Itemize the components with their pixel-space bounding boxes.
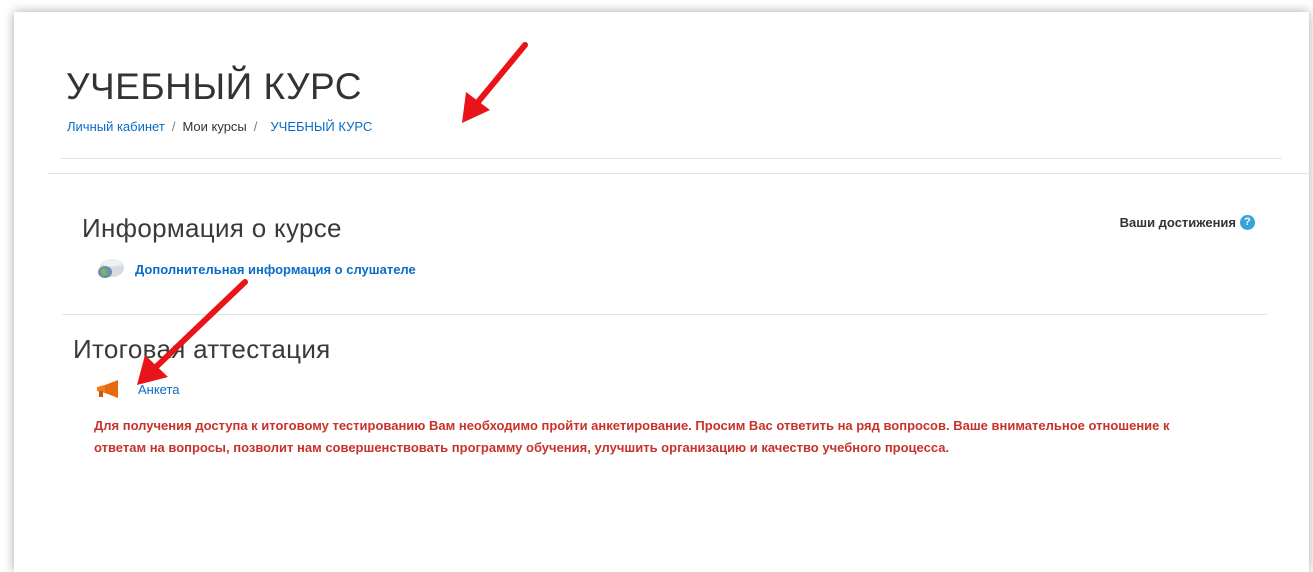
activity-extra-info[interactable]: Дополнительная информация о слушателе xyxy=(95,258,416,280)
breadcrumb-separator: / xyxy=(171,119,176,134)
help-icon[interactable]: ? xyxy=(1240,215,1255,230)
page-title: УЧЕБНЫЙ КУРС xyxy=(66,66,362,107)
section-title-final-attestation: Итоговая аттестация xyxy=(73,334,331,364)
achievements-link[interactable]: Ваши достижения ? xyxy=(1120,215,1255,230)
section-divider xyxy=(62,314,1267,315)
breadcrumb-course-link[interactable]: УЧЕБНЫЙ КУРС xyxy=(270,119,372,134)
content-divider xyxy=(48,173,1310,174)
survey-notice-text: Для получения доступа к итоговому тестир… xyxy=(94,418,1170,455)
breadcrumb-separator: / xyxy=(253,119,258,134)
database-icon xyxy=(98,259,124,278)
breadcrumb-my-courses-link[interactable]: Мои курсы xyxy=(182,119,246,134)
activity-extra-info-link[interactable]: Дополнительная информация о слушателе xyxy=(135,262,416,277)
megaphone-icon xyxy=(97,380,118,398)
section-title-course-info: Информация о курсе xyxy=(82,213,342,243)
breadcrumb: Личный кабинет / Мои курсы / УЧЕБНЫЙ КУРС xyxy=(67,119,372,134)
header-divider xyxy=(60,158,1282,159)
activity-survey-link[interactable]: Анкета xyxy=(138,382,180,397)
achievements-label: Ваши достижения xyxy=(1119,215,1236,230)
breadcrumb-dashboard-link[interactable]: Личный кабинет xyxy=(67,119,165,134)
activity-survey[interactable]: Анкета xyxy=(96,380,180,398)
